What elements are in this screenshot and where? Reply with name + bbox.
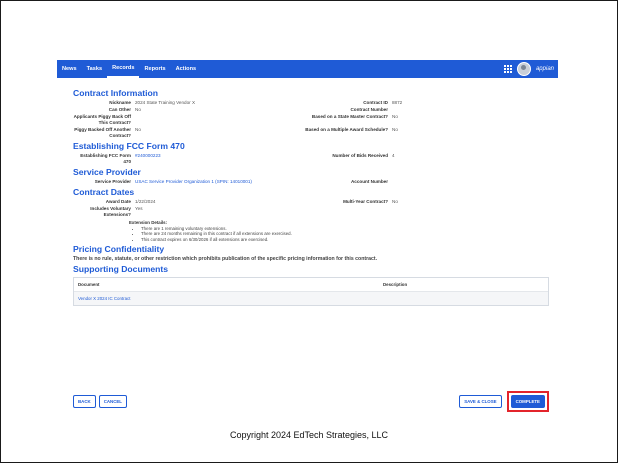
- table-row: Vendor X 2024 IC Contract: [74, 292, 548, 306]
- document-link[interactable]: Vendor X 2024 IC Contract: [78, 296, 383, 301]
- row-award-date: Award Date 1/22/2024 Multi-Year Contract…: [73, 199, 543, 205]
- contract-id-value: 8872: [392, 100, 403, 105]
- bids-value: 4: [392, 153, 395, 158]
- section-pricing: Pricing Confidentiality: [73, 244, 165, 255]
- row-can-other: Can Other No Contract Number: [73, 107, 543, 113]
- copyright-text: Copyright 2024 EdTech Strategies, LLC: [229, 430, 389, 440]
- can-other-label: Can Other: [108, 107, 131, 112]
- action-bar: BACK CANCEL SAVE & CLOSE COMPLETE: [73, 391, 549, 412]
- award-date-value: 1/22/2024: [135, 199, 156, 204]
- nav-records[interactable]: Records: [107, 60, 140, 78]
- col-description: Description: [383, 282, 408, 288]
- row-service-provider: Service Provider USAC Service Provider O…: [73, 179, 543, 185]
- section-fcc-form: Establishing FCC Form 470: [73, 141, 185, 151]
- nav-reports[interactable]: Reports: [139, 60, 170, 78]
- voluntary-label: Includes Voluntary Extensions?: [90, 206, 131, 217]
- multi-year-value: No: [392, 199, 398, 204]
- nav-news[interactable]: News: [57, 60, 82, 78]
- complete-highlight: COMPLETE: [506, 391, 549, 412]
- nav-tasks[interactable]: Tasks: [82, 60, 107, 78]
- documents-table: Document Description Vendor X 2024 IC Co…: [73, 277, 549, 307]
- app-window: News Tasks Records Reports Actions appia…: [57, 60, 558, 412]
- save-close-button[interactable]: SAVE & CLOSE: [459, 395, 502, 408]
- piggy-value: No: [135, 127, 141, 132]
- row-fcc-form: Establishing FCC Form 470 #240000223 Num…: [73, 153, 543, 165]
- top-nav: News Tasks Records Reports Actions appia…: [57, 60, 558, 78]
- based-state-value: No: [392, 114, 398, 119]
- contract-number-label: Contract Number: [350, 107, 388, 112]
- section-supporting-documents: Supporting Documents: [73, 264, 169, 275]
- nickname-value: 2024 State Training Vendor X: [135, 100, 196, 105]
- appian-logo: appian: [535, 66, 554, 72]
- user-avatar[interactable]: [516, 62, 531, 76]
- extension-details: Extension Details: There are 1 remaining…: [129, 220, 543, 242]
- pricing-note: There is no rule, statute, or other rest…: [73, 256, 378, 263]
- row-applicants: Applicants Piggy Back Off This Contract?…: [73, 114, 543, 126]
- service-provider-label: Service Provider: [94, 179, 131, 184]
- piggy-label: Piggy Backed Off Another Contract?: [74, 127, 131, 138]
- based-multiple-value: No: [392, 127, 398, 132]
- row-voluntary: Includes Voluntary Extensions? Yes: [73, 206, 543, 218]
- documents-table-header: Document Description: [74, 278, 548, 293]
- bids-label: Number of Bids Received: [332, 153, 388, 158]
- service-provider-link[interactable]: USAC Service Provider Organization 1 (SP…: [135, 179, 295, 185]
- row-nickname: Nickname 2024 State Training Vendor X Co…: [73, 100, 543, 106]
- award-date-label: Award Date: [105, 199, 131, 204]
- nickname-label: Nickname: [109, 100, 131, 105]
- fcc-form-link[interactable]: #240000223: [135, 153, 295, 165]
- nav-actions[interactable]: Actions: [171, 60, 202, 78]
- record-content: Contract Information Nickname 2024 State…: [73, 86, 549, 307]
- row-piggy: Piggy Backed Off Another Contract? No Ba…: [73, 127, 543, 139]
- complete-button[interactable]: COMPLETE: [510, 395, 545, 408]
- can-other-value: No: [135, 107, 141, 112]
- applicants-label: Applicants Piggy Back Off This Contract?: [73, 114, 131, 125]
- voluntary-value: Yes: [135, 206, 143, 211]
- back-button[interactable]: BACK: [73, 395, 96, 408]
- contract-id-label: Contract ID: [363, 100, 388, 105]
- section-contract-information: Contract Information: [73, 88, 158, 98]
- extension-item: This contract expires on 6/30/2026 if al…: [141, 237, 543, 243]
- fcc-form-label: Establishing FCC Form 470: [80, 153, 131, 164]
- based-multiple-label: Based on a Multiple Award Schedule?: [305, 127, 388, 132]
- col-document: Document: [78, 282, 100, 288]
- multi-year-label: Multi-Year Contract?: [343, 199, 388, 204]
- section-service-provider: Service Provider: [73, 167, 141, 177]
- apps-grid-icon[interactable]: [503, 65, 512, 73]
- section-contract-dates: Contract Dates: [73, 187, 135, 197]
- based-state-label: Based on a State Master Contract?: [311, 114, 388, 119]
- cancel-button[interactable]: CANCEL: [98, 395, 127, 408]
- account-number-label: Account Number: [350, 179, 388, 184]
